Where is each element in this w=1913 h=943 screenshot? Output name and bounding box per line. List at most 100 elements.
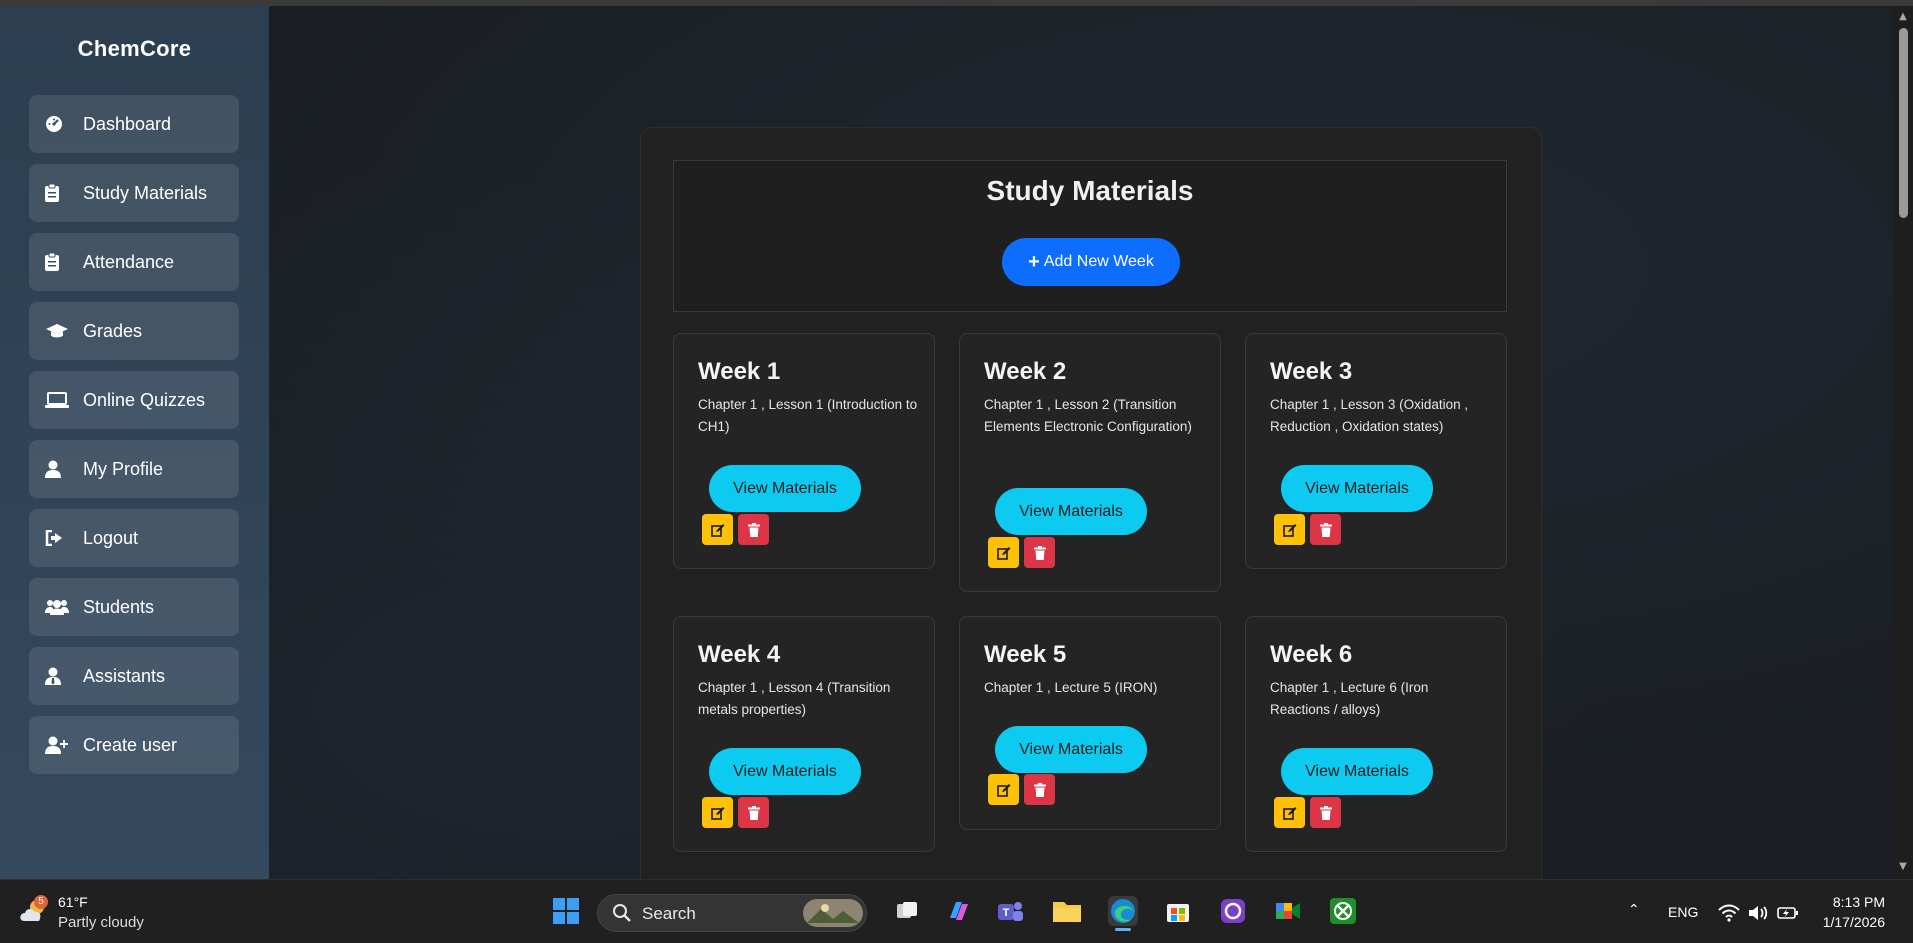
edit-button[interactable] [702,797,733,828]
trash-icon [1319,805,1332,820]
trash-icon [747,522,760,537]
week-description: Chapter 1 , Lecture 6 (Iron Reactions / … [1270,680,1429,717]
windows-taskbar: 5 61°F Partly cloudy Search T ⌃ ENG 8:13… [0,879,1913,943]
taskbar-clock[interactable]: 8:13 PM 1/17/2026 [1823,892,1885,932]
edit-icon [710,806,724,820]
edge-browser-icon[interactable] [1108,896,1138,931]
view-materials-button[interactable]: View Materials [709,748,861,795]
google-meet-icon[interactable] [1273,896,1303,926]
tray-overflow-icon[interactable]: ⌃ [1628,902,1640,918]
clipboard-icon [45,183,71,203]
delete-button[interactable] [738,514,769,545]
trash-icon [1033,545,1046,560]
week-title: Week 3 [1270,358,1353,385]
edit-button[interactable] [1274,797,1305,828]
week-description: Chapter 1 , Lesson 2 (Transition Element… [984,397,1192,434]
edit-icon [1282,523,1296,537]
study-materials-panel: Study Materials + Add New Week Week 1 Ch… [640,127,1542,879]
sidebar-item-study-materials[interactable]: Study Materials [29,164,239,222]
sidebar-item-label: Assistants [83,665,166,686]
sidebar-item-students[interactable]: Students [29,578,239,636]
view-materials-button[interactable]: View Materials [709,465,861,512]
sidebar-item-label: Logout [83,527,139,548]
sidebar-item-attendance[interactable]: Attendance [29,233,239,291]
sidebar-item-label: Create user [83,734,178,755]
week-card: Week 6 Chapter 1 , Lecture 6 (Iron React… [1245,616,1507,852]
language-indicator[interactable]: ENG [1668,904,1698,920]
view-materials-button[interactable]: View Materials [1281,748,1433,795]
edit-button[interactable] [702,514,733,545]
search-label: Search [642,904,696,923]
task-view-icon[interactable] [892,896,922,926]
delete-button[interactable] [738,797,769,828]
add-new-week-button[interactable]: + Add New Week [1002,238,1180,286]
edit-icon [710,523,724,537]
sidebar-item-my-profile[interactable]: My Profile [29,440,239,498]
teams-icon[interactable]: T [995,896,1025,926]
view-materials-button[interactable]: View Materials [1281,465,1433,512]
wifi-icon[interactable] [1714,898,1744,928]
edit-button[interactable] [988,774,1019,805]
delete-button[interactable] [1024,774,1055,805]
edit-icon [996,546,1010,560]
sidebar-item-label: Students [83,596,155,617]
view-materials-button[interactable]: View Materials [995,726,1147,773]
sidebar-item-create-user[interactable]: Create user [29,716,239,774]
brand-title: ChemCore [77,36,192,61]
week-card: Week 1 Chapter 1 , Lesson 1 (Introductio… [673,333,935,569]
battery-icon[interactable] [1773,898,1803,928]
windows-start-icon[interactable] [551,896,581,926]
weather-badge: 5 [34,895,48,909]
file-explorer-icon[interactable] [1052,896,1082,926]
scrollbar-thumb[interactable] [1899,28,1908,218]
trash-icon [1319,522,1332,537]
page-header: Study Materials + Add New Week [673,160,1507,312]
sidebar-nav: Dashboard Study Materials Attendance Gra… [29,95,239,785]
view-materials-button[interactable]: View Materials [995,488,1147,535]
week-description: Chapter 1 , Lesson 1 (Introduction to CH… [698,397,918,434]
users-icon [45,597,71,617]
tachometer-icon [45,114,71,134]
sidebar-item-assistants[interactable]: Assistants [29,647,239,705]
trash-icon [747,805,760,820]
page-scrollbar[interactable]: ▲ ▼ [1893,6,1913,879]
delete-button[interactable] [1024,537,1055,568]
sidebar-item-grades[interactable]: Grades [29,302,239,360]
laptop-icon [45,390,71,410]
edit-icon [1282,806,1296,820]
volume-icon[interactable] [1743,898,1773,928]
sidebar-item-dashboard[interactable]: Dashboard [29,95,239,153]
week-card: Week 5 Chapter 1 , Lecture 5 (IRON) View… [959,616,1221,830]
edit-icon [996,783,1010,797]
page-title: Study Materials [986,175,1194,206]
week-title: Week 6 [1270,641,1353,668]
week-card: Week 4 Chapter 1 , Lesson 4 (Transition … [673,616,935,852]
weather-temp: 61°F [58,894,88,910]
xbox-icon[interactable] [1328,896,1358,926]
weather-condition: Partly cloudy [58,914,144,931]
svg-text:T: T [1003,907,1010,919]
edit-button[interactable] [1274,514,1305,545]
user-plus-icon [45,735,71,755]
taskbar-search[interactable]: Search [597,894,867,932]
search-icon [613,904,631,922]
clock-date: 1/17/2026 [1822,914,1885,930]
edit-button[interactable] [988,537,1019,568]
plus-icon: + [1028,251,1040,273]
add-new-week-label: Add New Week [1043,253,1154,270]
sidebar-item-label: Grades [83,320,143,341]
delete-button[interactable] [1310,514,1341,545]
sidebar: ChemCore Dashboard Study Materials Atten… [0,6,269,879]
app-purple-icon[interactable] [1218,896,1248,926]
sidebar-item-label: Dashboard [83,113,172,134]
sidebar-item-logout[interactable]: Logout [29,509,239,567]
week-description: Chapter 1 , Lesson 3 (Oxidation , Reduct… [1270,397,1469,434]
scroll-up-icon[interactable]: ▲ [1898,12,1908,22]
microsoft-store-icon[interactable] [1163,896,1193,926]
delete-button[interactable] [1310,797,1341,828]
copilot-icon[interactable] [944,896,974,926]
sidebar-item-online-quizzes[interactable]: Online Quizzes [29,371,239,429]
scroll-down-icon[interactable]: ▼ [1898,862,1908,872]
week-title: Week 5 [984,641,1067,668]
week-description: Chapter 1 , Lecture 5 (IRON) [984,680,1158,695]
